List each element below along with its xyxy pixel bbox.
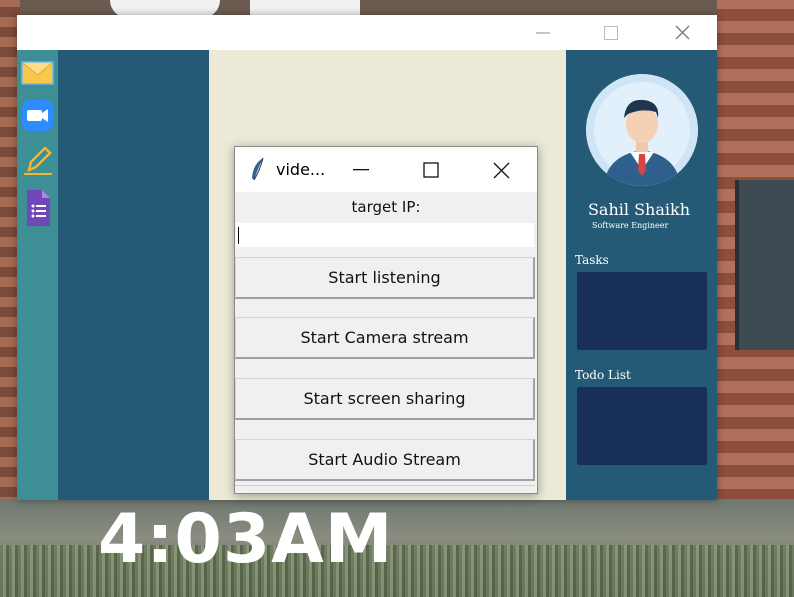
maximize-icon [423, 162, 439, 178]
minimize-icon [536, 32, 550, 33]
todo-list-label: Todo List [575, 368, 631, 382]
feather-icon [248, 156, 268, 186]
start-listening-button[interactable]: Start listening [235, 257, 535, 299]
close-icon [493, 162, 509, 178]
avatar [586, 74, 698, 186]
desktop-clock: 4:03AM [98, 500, 394, 579]
todo-list-box[interactable] [577, 387, 707, 465]
start-audio-stream-button[interactable]: Start Audio Stream [235, 439, 535, 481]
app-icon-strip [17, 50, 58, 500]
start-screen-sharing-button[interactable]: Start screen sharing [235, 378, 535, 420]
popup-close-button[interactable] [486, 155, 516, 185]
profile-name: Sahil Shaikh [587, 200, 691, 219]
popup-minimize-button[interactable] [346, 155, 376, 185]
video-popup-window: vide... target IP: Start listening Start… [234, 146, 538, 494]
close-icon [675, 25, 689, 40]
text-caret [238, 227, 239, 244]
close-button[interactable] [659, 15, 705, 50]
popup-titlebar: vide... [235, 147, 537, 192]
desktop-wallpaper-window [735, 180, 794, 350]
tasks-label: Tasks [575, 253, 609, 267]
pencil-icon[interactable] [21, 144, 54, 177]
popup-bottom-edge [235, 485, 535, 492]
user-avatar-icon [586, 74, 698, 186]
maximize-button[interactable] [588, 15, 634, 50]
target-ip-input[interactable] [236, 223, 534, 247]
maximize-icon [604, 25, 618, 40]
google-forms-icon[interactable] [21, 189, 54, 226]
profile-role: Software Engineer [592, 221, 669, 230]
start-camera-stream-button[interactable]: Start Camera stream [235, 317, 535, 359]
zoom-video-icon[interactable] [21, 99, 54, 132]
popup-title: vide... [276, 160, 326, 179]
popup-maximize-button[interactable] [416, 155, 446, 185]
minimize-icon [353, 169, 369, 171]
navigation-panel [58, 50, 209, 500]
mail-icon[interactable] [21, 56, 54, 89]
profile-panel: Sahil Shaikh Software Engineer Tasks Tod… [566, 50, 717, 500]
tasks-box[interactable] [577, 272, 707, 350]
target-ip-label: target IP: [351, 198, 421, 216]
minimize-button[interactable] [520, 15, 566, 50]
main-titlebar [17, 15, 717, 50]
